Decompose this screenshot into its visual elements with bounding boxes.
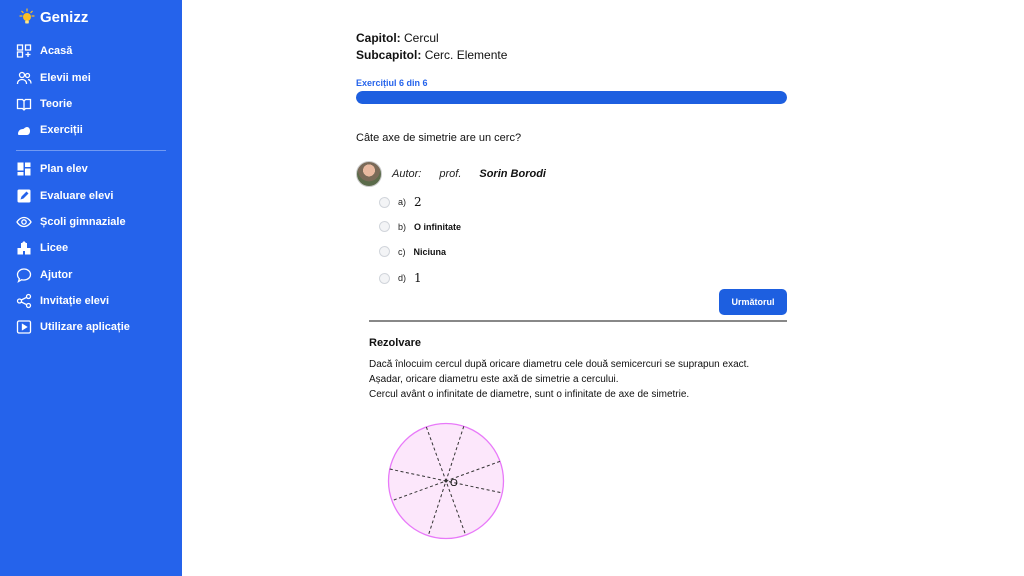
solution-title: Rezolvare: [369, 337, 421, 349]
sidebar-item-teorie[interactable]: Teorie: [16, 96, 72, 112]
play-icon: [16, 320, 32, 334]
progress-fill: [356, 91, 787, 104]
divider: [369, 320, 787, 322]
progress-label: Exercițiul 6 din 6: [356, 78, 428, 88]
chat-icon: [16, 268, 32, 283]
avatar: [356, 161, 382, 187]
sidebar-item-label: Plan elev: [40, 163, 88, 175]
sidebar-item-acasa[interactable]: Acasă: [16, 43, 72, 59]
sidebar-item-label: Ajutor: [40, 269, 73, 281]
author-name: Sorin Borodi: [479, 168, 546, 180]
progress-bar: [356, 91, 787, 104]
school-icon: [17, 241, 31, 255]
dashboard-icon: [17, 162, 31, 176]
sidebar-item-label: Utilizare aplicație: [40, 321, 130, 333]
exercise-icon: [18, 127, 30, 135]
sidebar-item-evaluare-elevi[interactable]: Evaluare elevi: [16, 188, 113, 204]
sidebar: Genizz Acasă Elevii mei Teorie Exerciții…: [0, 0, 182, 576]
book-icon: [16, 98, 32, 111]
share-icon: [16, 293, 32, 309]
sidebar-divider: [16, 150, 166, 151]
option-text: 2: [414, 195, 422, 209]
sidebar-item-licee[interactable]: Licee: [16, 240, 68, 256]
sidebar-item-label: Exerciții: [40, 124, 83, 136]
sidebar-item-label: Evaluare elevi: [40, 190, 114, 202]
option-letter: b): [398, 221, 407, 232]
subchapter-label: Subcapitol:: [356, 48, 422, 62]
solution-line: Așadar, oricare diametru este axă de sim…: [369, 374, 619, 385]
option-b[interactable]: b) O infinitate: [379, 221, 461, 232]
solution-line: Cercul avânt o infinitate de diametre, s…: [369, 389, 690, 400]
sidebar-item-label: Elevii mei: [40, 72, 91, 84]
users-icon: [16, 71, 32, 85]
sidebar-item-plan-elev[interactable]: Plan elev: [16, 161, 88, 177]
option-text: 1: [414, 271, 422, 285]
option-text: O infinitate: [414, 221, 462, 232]
circle-diagram: O: [387, 422, 505, 540]
sidebar-item-invitatie-elevi[interactable]: Invitație elevi: [16, 293, 109, 309]
option-letter: d): [398, 273, 407, 283]
sidebar-item-elevii-mei[interactable]: Elevii mei: [16, 70, 91, 86]
author-label: Autor:: [392, 168, 422, 180]
radio-button[interactable]: [379, 196, 390, 208]
app-name: Genizz: [40, 8, 89, 26]
author-title: prof.: [439, 168, 462, 180]
sidebar-item-utilizare-aplicatie[interactable]: Utilizare aplicație: [16, 319, 130, 335]
option-a[interactable]: a) 2: [379, 195, 422, 209]
chapter-label: Capitol:: [356, 31, 401, 45]
subchapter-value: Cerc. Elemente: [424, 48, 508, 62]
subchapter-line: Subcapitol: Cerc. Elemente: [356, 48, 507, 62]
sidebar-item-label: Acasă: [40, 45, 73, 57]
chapter-line: Capitol: Cercul: [356, 31, 439, 45]
sidebar-item-scoli-gimnaziale[interactable]: Școli gimnaziale: [16, 214, 126, 230]
option-letter: a): [398, 197, 407, 207]
sidebar-item-label: Licee: [40, 242, 69, 254]
sidebar-item-label: Invitație elevi: [40, 295, 110, 307]
center-point: [444, 479, 448, 483]
sidebar-item-ajutor[interactable]: Ajutor: [16, 267, 72, 283]
radio-button[interactable]: [379, 221, 390, 232]
sidebar-item-exercitii[interactable]: Exerciții: [16, 122, 83, 138]
sidebar-item-label: Teorie: [40, 98, 73, 110]
logo[interactable]: Genizz: [18, 8, 88, 26]
option-c[interactable]: c) Niciuna: [379, 246, 446, 257]
center-label: O: [450, 478, 458, 489]
option-d[interactable]: d) 1: [379, 271, 422, 285]
sidebar-item-label: Școli gimnaziale: [40, 216, 126, 228]
question-text: Câte axe de simetrie are un cerc?: [356, 132, 522, 144]
solution-line: Dacă înlocuim cercul după oricare diamet…: [369, 359, 750, 370]
option-text: Niciuna: [413, 246, 447, 257]
author-row: Autor: prof. Sorin Borodi: [356, 161, 546, 187]
next-button[interactable]: Următorul: [719, 289, 787, 315]
option-letter: c): [398, 246, 406, 257]
chapter-value: Cercul: [404, 31, 439, 45]
lightbulb-icon: [19, 8, 35, 24]
radio-button[interactable]: [379, 246, 390, 257]
edit-icon: [17, 189, 31, 203]
home-icon: [16, 44, 32, 58]
radio-button[interactable]: [379, 272, 390, 284]
eye-icon: [16, 216, 32, 228]
